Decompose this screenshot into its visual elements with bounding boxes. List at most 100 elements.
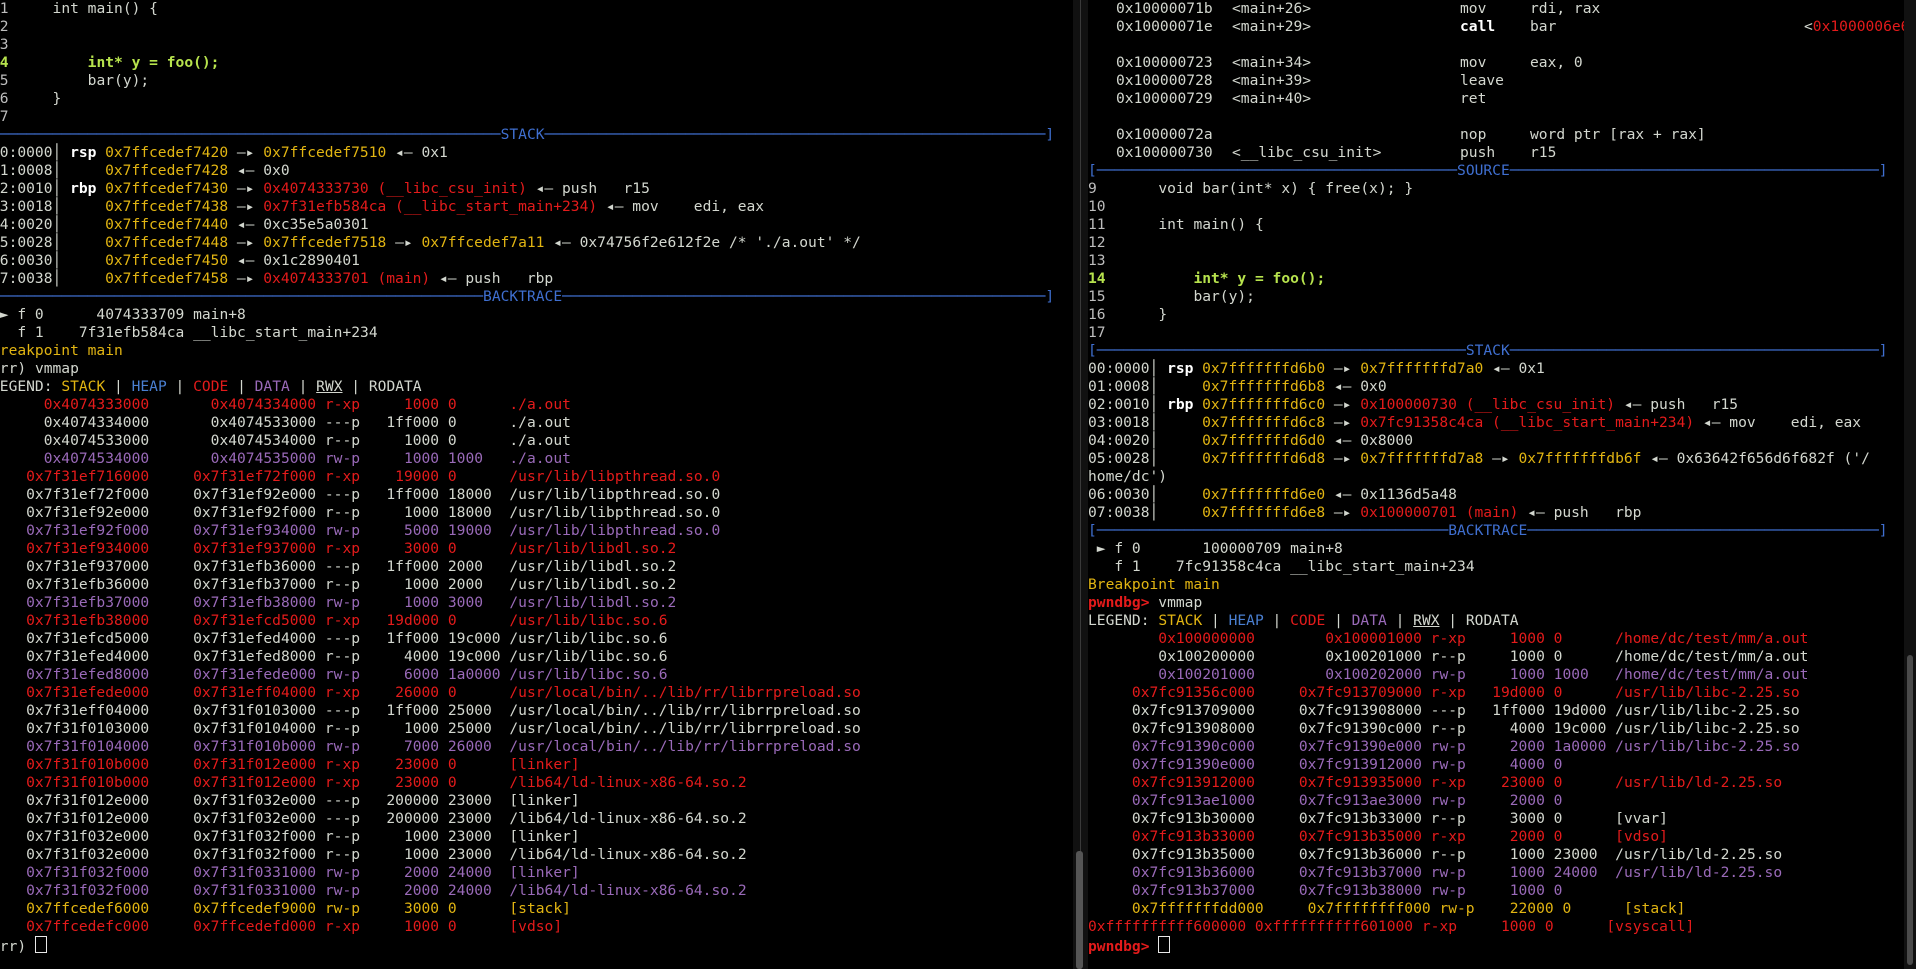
legend-sep: | <box>1325 612 1352 629</box>
breakpoint-message: Breakpoint main <box>1088 576 1916 594</box>
pointer-arrow: —▸ <box>228 234 264 251</box>
stack-value: 0x1 <box>1518 360 1545 377</box>
vmmap-entry: 0x7f31f0103000 0x7f31f0104000 r--p 1000 … <box>0 720 861 737</box>
vmmap-entry: 0xffffffffff600000 0xffffffffff601000 r-… <box>1088 918 1695 935</box>
vmmap-entry: 0x7fc913b30000 0x7fc913b33000 r--p 3000 … <box>1088 810 1668 827</box>
source-line: 16 } <box>1088 306 1916 324</box>
disasm-mnemonic: ret <box>1460 90 1487 107</box>
source-line: 17 <box>0 108 1064 126</box>
source-line-number: 12 <box>0 18 9 35</box>
pointer-arrow: ◂— <box>228 252 264 269</box>
right-scrollbar-thumb[interactable] <box>1907 655 1913 965</box>
stack-offset: 02:0010 <box>0 180 53 197</box>
disasm-symbol: <main+40> <box>1232 90 1312 107</box>
pointer-arrow: —▸ <box>1483 450 1519 467</box>
source-line: 17 <box>1088 324 1916 342</box>
backtrace-frame: ► f 0 100000709 main+8 <box>1088 540 1916 558</box>
stack-address: 0x7fffffffd6e8 <box>1202 504 1326 521</box>
backtrace-frame: f 1 7f31efb584ca __libc_start_main+234 <box>0 324 1064 342</box>
source-indent <box>17 72 87 89</box>
vmmap-row: 0x100200000 0x100201000 r--p 1000 0 /hom… <box>1088 648 1916 666</box>
source-line: 10 <box>1088 198 1916 216</box>
vmmap-legend: LEGEND: STACK | HEAP | CODE | DATA | RWX… <box>0 378 1064 396</box>
legend-data: DATA <box>254 378 290 395</box>
source-line-number: 9 <box>1088 180 1097 197</box>
separator-rule: [───────────────────────────────────────… <box>0 126 501 143</box>
source-indent <box>1114 180 1158 197</box>
frame-symbol: __libc_start_main+234 <box>184 324 378 341</box>
vmmap-entry: 0x7f31efede000 0x7f31eff04000 r-xp 26000… <box>0 684 861 701</box>
stack-row: 01:0008│ 0x7fffffffd6b8 ◂— 0x0 <box>1088 378 1916 396</box>
vmmap-entry: 0x7f31f010b000 0x7f31f012e000 r-xp 23000… <box>0 756 580 773</box>
source-line: 14 int* y = foo(); <box>0 54 1064 72</box>
stack-value: 0x7ffcedef7a11 <box>421 234 545 251</box>
stack-row: 04:0020│ 0x7fffffffd6d0 ◂— 0x8000 <box>1088 432 1916 450</box>
stack-row: 07:0038│ 0x7fffffffd6e8 —▸ 0x100000701 (… <box>1088 504 1916 522</box>
pane-divider[interactable] <box>1073 0 1088 969</box>
stack-address: 0x7fffffffd6b8 <box>1202 378 1326 395</box>
stack-offset: 01:0008 <box>0 162 53 179</box>
left-scrollbar-thumb[interactable] <box>1076 851 1083 969</box>
pointer-arrow: ◂— <box>228 162 264 179</box>
separator-rule: [───────────────────────────────────────… <box>1088 522 1449 539</box>
source-code: bar(y); <box>87 72 150 89</box>
source-indent <box>17 54 87 71</box>
disasm-operands: eax, 0 <box>1530 54 1583 71</box>
right-scrollbar[interactable] <box>1904 0 1916 969</box>
frame-symbol: main+8 <box>184 306 246 323</box>
source-line-number: 11 <box>0 0 9 17</box>
stack-row: 06:0030│ 0x7ffcedef7450 ◂— 0x1c2890401 <box>0 252 1064 270</box>
stack-bar: │ <box>1149 432 1168 449</box>
stack-value: 0x7ffcedef7518 <box>263 234 387 251</box>
vmmap-entry: 0x7f31f010b000 0x7f31f012e000 r-xp 23000… <box>0 774 747 791</box>
vmmap-row: 0x7f31f032f000 0x7f31f0331000 rw-p 2000 … <box>0 864 1064 882</box>
frame-marker: ► <box>0 306 9 323</box>
source-line-number: 11 <box>1088 216 1106 233</box>
disasm-symbol: <main+34> <box>1232 54 1312 71</box>
source-line-number: 15 <box>1088 288 1106 305</box>
source-indent <box>1114 216 1158 233</box>
disasm-operands: bar <box>1530 18 1557 35</box>
legend-rodata: RODATA <box>368 378 422 395</box>
terminal-cursor[interactable] <box>34 936 47 953</box>
call-target: 0x1000006e6 <box>1812 18 1910 35</box>
source-indent <box>1114 306 1158 323</box>
vmmap-row: 0x7f31efed4000 0x7f31efed8000 r--p 4000 … <box>0 648 1064 666</box>
vmmap-row: 0x7fc91356c000 0x7fc913709000 r-xp 19d00… <box>1088 684 1916 702</box>
pointer-arrow: ◂— <box>1483 360 1519 377</box>
source-code: int main() { <box>52 0 158 17</box>
stack-value: 0x100000701 (main) <box>1360 504 1519 521</box>
stack-address: 0x7ffcedef7438 <box>105 198 229 215</box>
source-line-number: 12 <box>1088 234 1106 251</box>
pointer-arrow: —▸ <box>1325 414 1361 431</box>
vmmap-row: 0x7f31efcd5000 0x7f31efed4000 ---p 1ff00… <box>0 630 1064 648</box>
source-line-number: 14 <box>0 54 9 71</box>
stack-address: 0x7ffcedef7458 <box>105 270 229 287</box>
disasm-line <box>1088 36 1916 54</box>
frame-index: f 1 <box>17 324 44 341</box>
stack-offset: 00:0000 <box>1088 360 1150 377</box>
stack-value: 0x4074333730 (__libc_csu_init) <box>263 180 527 197</box>
frame-index: f 1 <box>1114 558 1141 575</box>
right-terminal-pane: 0x10000071b <main+26> mov rdi, rax 0x1000007… <box>1088 0 1916 969</box>
vmmap-row: 0x7f31f012e000 0x7f31f032e000 ---p 20000… <box>0 792 1064 810</box>
vmmap-row: 0x7fc913ae1000 0x7fc913ae3000 rw-p 2000 … <box>1088 792 1916 810</box>
vmmap-entry: 0x7fffffffdd000 0x7ffffffff000 rw-p 2200… <box>1088 900 1686 917</box>
stack-register: rbp <box>70 180 97 197</box>
command-line: (rr) vmmap <box>0 360 1064 378</box>
terminal-cursor[interactable] <box>1158 936 1171 953</box>
stack-address: 0x7ffcedef7430 <box>105 180 229 197</box>
frame-address: 100000709 <box>1140 540 1282 557</box>
source-indent <box>1114 270 1193 287</box>
pointer-arrow: ◂— <box>430 270 466 287</box>
vmmap-entry: 0x7f31f012e000 0x7f31f032e000 ---p 20000… <box>0 810 747 827</box>
stack-offset: 01:0008 <box>1088 378 1150 395</box>
command-text: vmmap <box>1149 594 1203 611</box>
stack_title-section-separator: [───────────────────────────────────────… <box>1088 342 1916 360</box>
backtrace-frame: f 1 7fc91358c4ca __libc_start_main+234 <box>1088 558 1916 576</box>
source-line: 12 <box>1088 234 1916 252</box>
